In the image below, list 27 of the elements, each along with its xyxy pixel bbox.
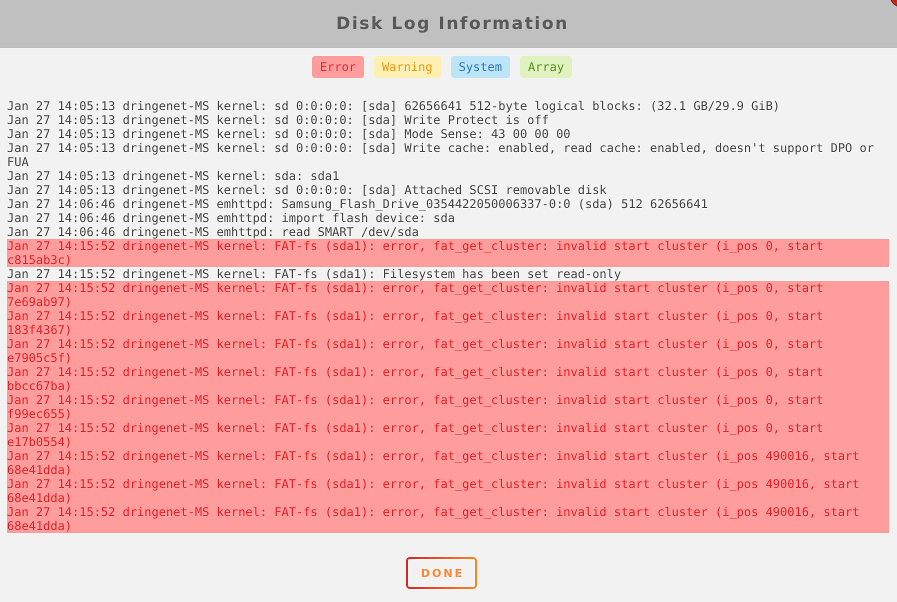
log-entry: Jan 27 14:06:46 dringenet-MS emhttpd: Samsung_Flash_Drive_0354422050006337-0:0 (sda) 512 62656641 (7, 197, 709, 211)
log-entry: Jan 27 14:05:13 dringenet-MS kernel: sd 0:0:0:0: [sda] 62656641 512-byte logical blocks: (32.1 GB/29.9 GiB) (7, 99, 782, 113)
log-entry: Jan 27 14:05:13 dringenet-MS kernel: sd 0:0:0:0: [sda] Mode Sense: 43 00 00 00 (7, 127, 572, 141)
legend-label: System (450, 56, 510, 78)
log-entry: Jan 27 14:05:13 dringenet-MS kernel: sda: sda1 (7, 169, 340, 183)
log-entry: Jan 27 14:05:13 dringenet-MS kernel: sd 0:0:0:0: [sda] Write cache: enabled, read cache: enabled, doesn't support DPO or FUA (7, 141, 875, 169)
log-entry: Jan 27 14:15:52 dringenet-MS kernel: FAT-fs (sda1): error, fat_get_cluster: invalid start cluster (i_pos 0, start 183f4367) (7, 309, 889, 337)
log-entry: Jan 27 14:15:52 dringenet-MS kernel: FAT-fs (sda1): error, fat_get_cluster: invalid start cluster (i_pos 0, start bbcc67ba) (7, 365, 889, 393)
log-entry: Jan 27 14:15:52 dringenet-MS kernel: FAT-fs (sda1): Filesystem has been set read-only (7, 267, 622, 281)
log-entry: Jan 27 14:05:13 dringenet-MS kernel: sd 0:0:0:0: [sda] Write Protect is off (7, 113, 550, 127)
log-entry: Jan 27 14:15:52 dringenet-MS kernel: FAT-fs (sda1): error, fat_get_cluster: invalid start cluster (i_pos 0, start 7e69ab97) (7, 281, 889, 309)
log-entry: Jan 27 14:15:52 dringenet-MS kernel: FAT-fs (sda1): error, fat_get_cluster: invalid start cluster (i_pos 0, start c815ab3c) (7, 239, 889, 267)
done-button[interactable]: DONE (406, 557, 477, 589)
legend-label: Array (520, 56, 572, 78)
log-entry: Jan 27 14:15:52 dringenet-MS kernel: FAT-fs (sda1): error, fat_get_cluster: invalid start cluster (i_pos 490016, start 68e41dda) (7, 505, 889, 533)
close-icon[interactable] (889, 0, 897, 7)
log-entry: Jan 27 14:06:46 dringenet-MS emhttpd: import flash device: sda (7, 211, 456, 225)
legend-label: Warning (374, 56, 441, 78)
log-entry: Jan 27 14:15:52 dringenet-MS kernel: FAT-fs (sda1): error, fat_get_cluster: invalid start cluster (i_pos 0, start f99ec655) (7, 393, 889, 421)
log-entry: Jan 27 14:06:46 dringenet-MS emhttpd: read SMART /dev/sda (7, 225, 420, 239)
window-title: Disk Log Information (336, 14, 569, 34)
log-entry: Jan 27 14:05:13 dringenet-MS kernel: sd 0:0:0:0: [sda] Attached SCSI removable disk (7, 183, 608, 197)
log-entry: Jan 27 14:15:52 dringenet-MS kernel: FAT-fs (sda1): error, fat_get_cluster: invalid start cluster (i_pos 490016, start 68e41dda) (7, 477, 889, 505)
log-entry: Jan 27 14:15:52 dringenet-MS kernel: FAT-fs (sda1): error, fat_get_cluster: invalid start cluster (i_pos 0, start e17b0554) (7, 421, 889, 449)
legend-label: Error (312, 56, 364, 78)
log-entry: Jan 27 14:15:52 dringenet-MS kernel: FAT-fs (sda1): error, fat_get_cluster: invalid start cluster (i_pos 490016, start 68e41dda) (7, 449, 889, 477)
log-entry: Jan 27 14:15:52 dringenet-MS kernel: FAT-fs (sda1): error, fat_get_cluster: invalid start cluster (i_pos 0, start e7905c5f) (7, 337, 889, 365)
